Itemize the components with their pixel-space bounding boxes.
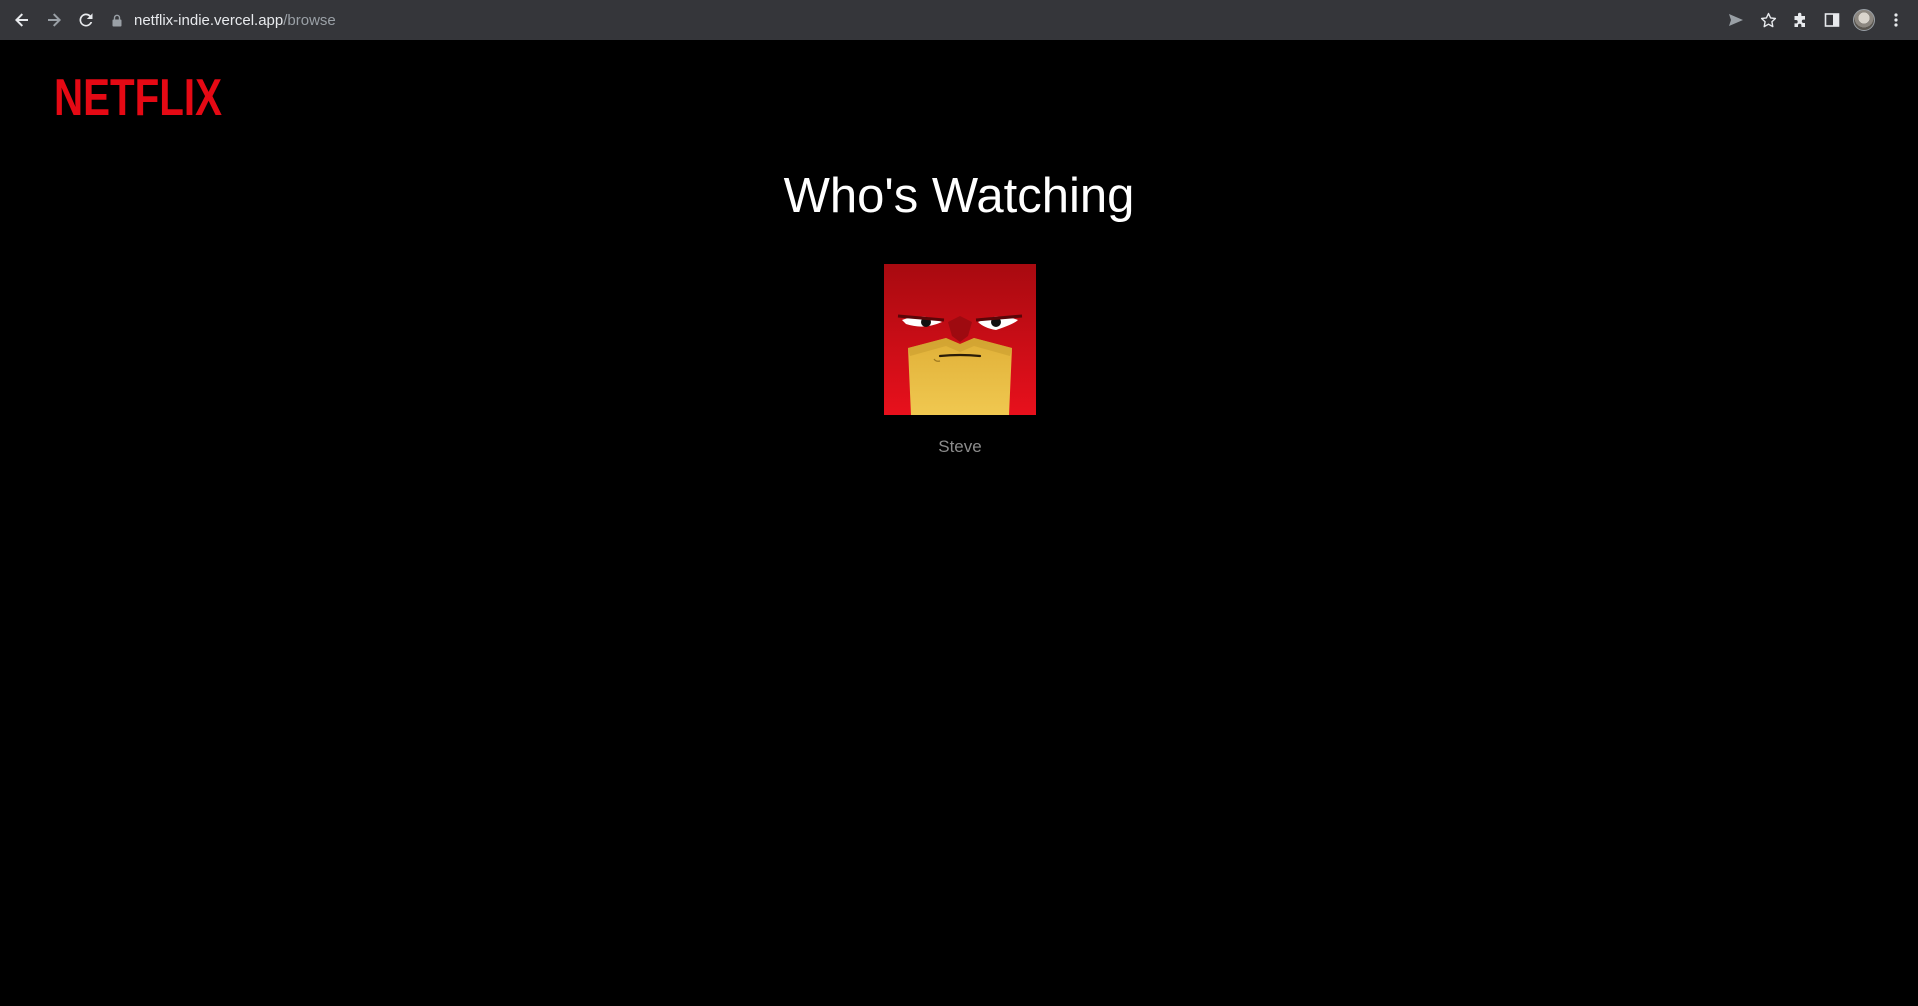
- svg-text:NETFLIX: NETFLIX: [54, 69, 222, 121]
- profile-name: Steve: [938, 437, 982, 456]
- profile-icon: [1853, 9, 1875, 31]
- toolbar-actions: [1720, 4, 1912, 36]
- back-icon: [15, 13, 28, 27]
- reload-button[interactable]: [70, 4, 102, 36]
- side-panel-icon: [1824, 13, 1840, 27]
- forward-button[interactable]: [38, 4, 70, 36]
- forward-icon: [48, 13, 61, 27]
- menu-icon: [1894, 13, 1898, 27]
- profile-card[interactable]: Steve: [884, 264, 1036, 457]
- extensions-button[interactable]: [1784, 4, 1816, 36]
- lock-icon: [112, 14, 122, 27]
- star-icon: [1760, 12, 1776, 27]
- netflix-logo[interactable]: NETFLIX: [54, 65, 224, 121]
- page-title: Who's Watching: [783, 169, 1135, 223]
- profile-avatar-image: [884, 264, 1036, 415]
- menu-button[interactable]: [1880, 4, 1912, 36]
- reload-icon: [79, 13, 93, 27]
- extensions-icon: [1794, 12, 1805, 27]
- url-host: netflix-indie.vercel.app: [134, 11, 284, 29]
- profile-button[interactable]: [1848, 4, 1880, 36]
- browser-toolbar: netflix-indie.vercel.app/browse: [0, 0, 1918, 40]
- send-button[interactable]: [1720, 4, 1752, 36]
- back-button[interactable]: [6, 4, 38, 36]
- side-panel-button[interactable]: [1816, 4, 1848, 36]
- url-path: /browse: [283, 11, 336, 29]
- address-bar[interactable]: netflix-indie.vercel.app/browse: [112, 5, 1720, 35]
- send-icon: [1729, 14, 1743, 26]
- profiles-page: NETFLIX Who's Watching Steve: [0, 40, 1918, 1006]
- bookmark-button[interactable]: [1752, 4, 1784, 36]
